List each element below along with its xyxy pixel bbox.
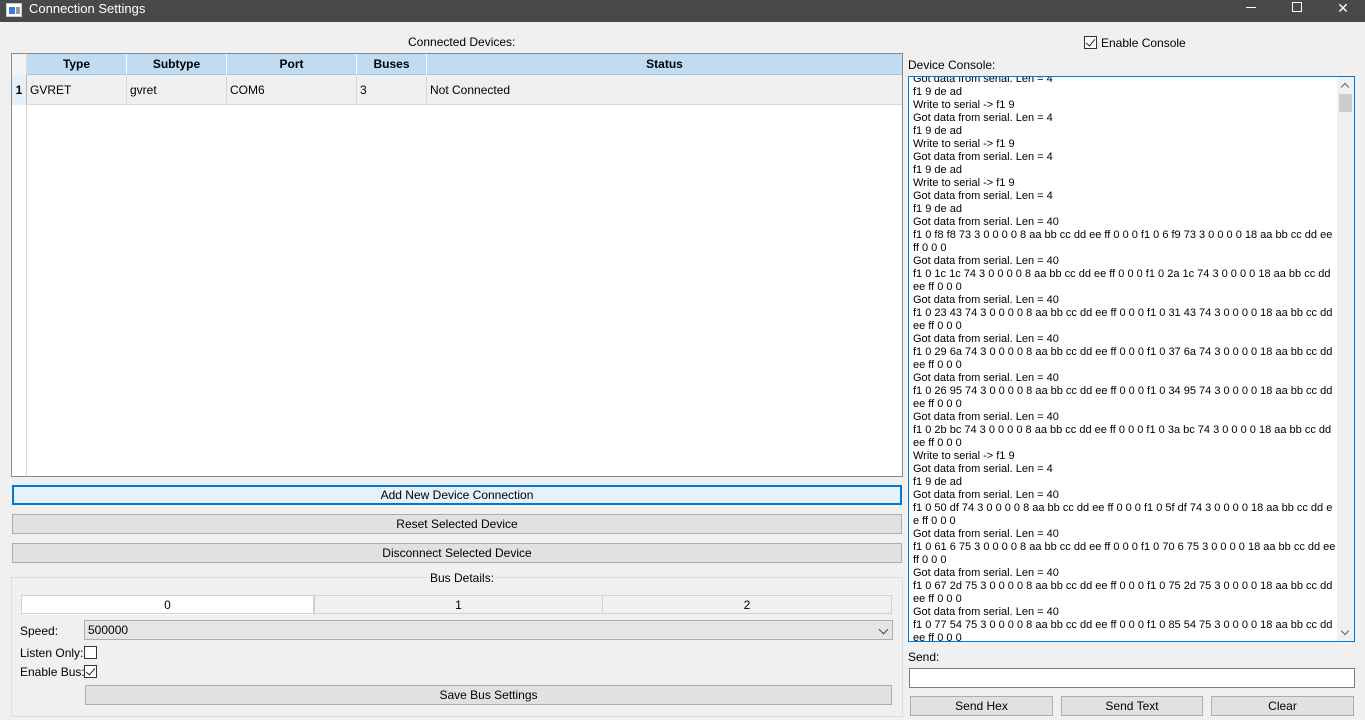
minimize-button[interactable]	[1228, 0, 1274, 22]
close-icon: ✕	[1337, 0, 1349, 16]
console-line: f1 0 50 df 74 3 0 0 0 0 8 aa bb cc dd ee…	[913, 502, 1333, 527]
send-hex-button[interactable]: Send Hex	[910, 696, 1053, 716]
maximize-button[interactable]	[1274, 0, 1320, 22]
console-line: Write to serial -> f1 9	[913, 138, 1015, 150]
scroll-thumb[interactable]	[1339, 94, 1352, 112]
speed-value: 500000	[88, 623, 129, 637]
column-header-status[interactable]: Status	[427, 54, 902, 75]
console-line: Got data from serial. Len = 40	[913, 216, 1059, 228]
console-line: f1 0 1c 1c 74 3 0 0 0 0 8 aa bb cc dd ee…	[913, 268, 1334, 293]
console-line: f1 9 de ad	[913, 164, 962, 176]
cell-status[interactable]: Not Connected	[427, 75, 902, 105]
row-number[interactable]: 1	[12, 75, 27, 105]
reset-device-button[interactable]: Reset Selected Device	[12, 514, 902, 534]
app-icon	[6, 3, 22, 17]
send-input[interactable]	[909, 668, 1355, 688]
console-line: Got data from serial. Len = 4	[913, 76, 1053, 85]
speed-select[interactable]: 500000	[84, 620, 893, 640]
enable-console-label[interactable]: Enable Console	[1101, 36, 1186, 50]
connected-devices-label: Connected Devices:	[408, 35, 516, 49]
console-line: f1 0 61 6 75 3 0 0 0 0 8 aa bb cc dd ee …	[913, 541, 1336, 566]
console-line: f1 0 77 54 75 3 0 0 0 0 8 aa bb cc dd ee…	[913, 619, 1336, 642]
console-line: Got data from serial. Len = 40	[913, 606, 1059, 618]
add-device-button[interactable]: Add New Device Connection	[12, 485, 902, 505]
scroll-down-icon[interactable]	[1337, 624, 1354, 641]
console-line: f1 0 26 95 74 3 0 0 0 0 8 aa bb cc dd ee…	[913, 385, 1336, 410]
console-line: Got data from serial. Len = 4	[913, 151, 1053, 163]
console-line: Got data from serial. Len = 40	[913, 528, 1059, 540]
console-line: Got data from serial. Len = 40	[913, 333, 1059, 345]
cell-subtype[interactable]: gvret	[127, 75, 227, 105]
console-line: Write to serial -> f1 9	[913, 177, 1015, 189]
device-table[interactable]: Type Subtype Port Buses Status 1 GVRET g…	[11, 53, 903, 477]
console-line: Got data from serial. Len = 4	[913, 112, 1053, 124]
console-line: Got data from serial. Len = 40	[913, 255, 1059, 267]
column-header-port[interactable]: Port	[227, 54, 357, 75]
console-line: f1 9 de ad	[913, 86, 962, 98]
bus-tabs: 0 1 2	[21, 595, 892, 615]
minimize-icon	[1246, 7, 1256, 8]
console-line: f1 9 de ad	[913, 125, 962, 137]
listen-only-checkbox[interactable]	[84, 646, 97, 659]
bus-details-label: Bus Details:	[428, 571, 497, 585]
enable-bus-label: Enable Bus:	[20, 665, 85, 679]
console-line: Got data from serial. Len = 4	[913, 463, 1053, 475]
console-line: Got data from serial. Len = 40	[913, 372, 1059, 384]
cell-type[interactable]: GVRET	[27, 75, 127, 105]
console-scrollbar[interactable]	[1337, 77, 1354, 641]
console-line: Got data from serial. Len = 40	[913, 411, 1059, 423]
console-line: f1 0 67 2d 75 3 0 0 0 0 8 aa bb cc dd ee…	[913, 580, 1336, 605]
tab-bus-2[interactable]: 2	[602, 595, 892, 614]
table-corner[interactable]	[12, 54, 27, 75]
listen-only-label: Listen Only:	[20, 646, 84, 660]
tab-bus-0[interactable]: 0	[21, 595, 314, 615]
enable-console-checkbox[interactable]	[1084, 36, 1097, 49]
chevron-down-icon	[878, 624, 889, 635]
speed-label: Speed:	[20, 624, 59, 638]
title-bar: Connection Settings ✕	[0, 0, 1365, 22]
disconnect-device-button[interactable]: Disconnect Selected Device	[12, 543, 902, 563]
console-line: Write to serial -> f1 9	[913, 99, 1015, 111]
column-header-subtype[interactable]: Subtype	[127, 54, 227, 75]
table-header: Type Subtype Port Buses Status	[12, 54, 902, 75]
console-line: f1 9 de ad	[913, 476, 962, 488]
cell-port[interactable]: COM6	[227, 75, 357, 105]
send-text-button[interactable]: Send Text	[1061, 696, 1203, 716]
device-console-label: Device Console:	[908, 58, 996, 72]
console-line: f1 0 29 6a 74 3 0 0 0 0 8 aa bb cc dd ee…	[913, 346, 1336, 371]
close-button[interactable]: ✕	[1320, 0, 1365, 22]
console-line: Write to serial -> f1 9	[913, 450, 1015, 462]
table-row[interactable]: 1 GVRET gvret COM6 3 Not Connected	[12, 75, 902, 105]
column-header-buses[interactable]: Buses	[357, 54, 427, 75]
console-output: Got data from serial. Len = 4 f1 9 de ad W…	[913, 76, 1336, 642]
scroll-up-icon[interactable]	[1337, 77, 1354, 94]
clear-button[interactable]: Clear	[1211, 696, 1354, 716]
console-line: Got data from serial. Len = 4	[913, 190, 1053, 202]
console-line: Got data from serial. Len = 40	[913, 294, 1059, 306]
console-line: f1 0 f8 f8 73 3 0 0 0 0 8 aa bb cc dd ee…	[913, 229, 1336, 254]
console-line: f1 0 2b bc 74 3 0 0 0 0 8 aa bb cc dd ee…	[913, 424, 1335, 449]
column-header-type[interactable]: Type	[27, 54, 127, 75]
cell-buses[interactable]: 3	[357, 75, 427, 105]
save-bus-settings-button[interactable]: Save Bus Settings	[85, 685, 892, 705]
enable-bus-checkbox[interactable]	[84, 665, 97, 678]
tab-divider	[21, 613, 892, 614]
row-header-column	[12, 75, 27, 476]
send-label: Send:	[908, 650, 940, 664]
console-line: f1 0 23 43 74 3 0 0 0 0 8 aa bb cc dd ee…	[913, 307, 1336, 332]
console-line: Got data from serial. Len = 40	[913, 567, 1059, 579]
tab-bus-1[interactable]: 1	[314, 595, 603, 614]
console-line: f1 9 de ad	[913, 203, 962, 215]
console-line: Got data from serial. Len = 40	[913, 489, 1059, 501]
maximize-icon	[1292, 2, 1302, 12]
window-title: Connection Settings	[29, 1, 146, 16]
device-console[interactable]: Got data from serial. Len = 4 f1 9 de ad W…	[908, 76, 1355, 642]
